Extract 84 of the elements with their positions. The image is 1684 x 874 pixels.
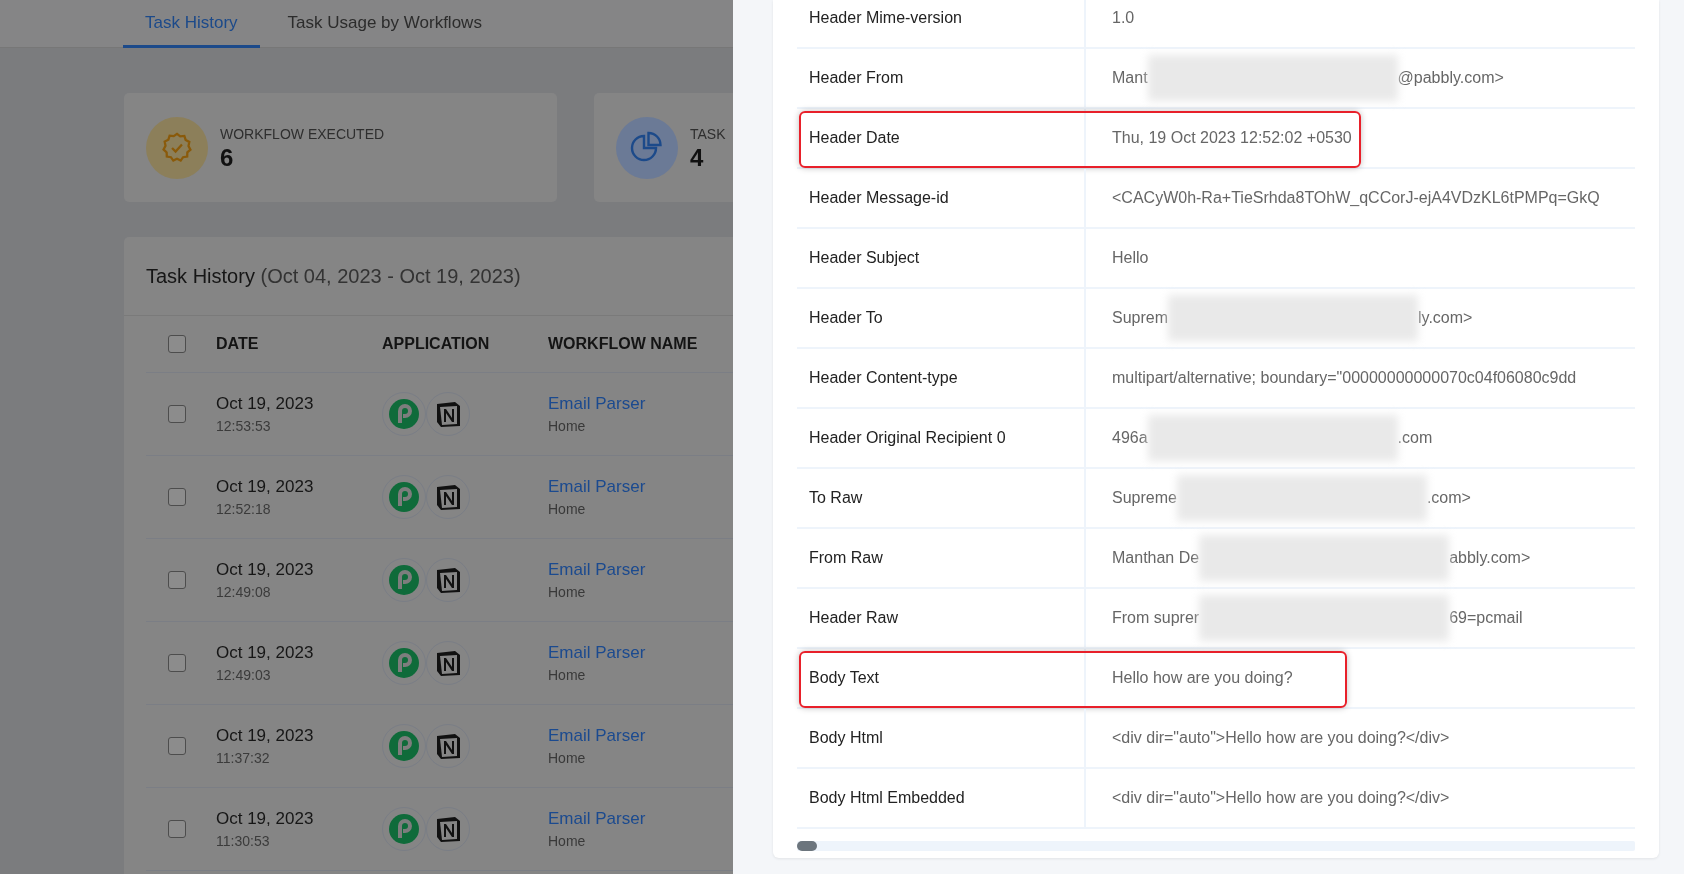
p-logo-icon bbox=[389, 399, 419, 429]
checkbox[interactable] bbox=[168, 571, 186, 589]
stat-label: WORKFLOW EXECUTED bbox=[220, 124, 385, 144]
workflow-link[interactable]: Email Parser bbox=[548, 642, 646, 662]
card-title: Task History bbox=[146, 265, 255, 287]
field-value: .com bbox=[1397, 428, 1433, 448]
checkbox[interactable] bbox=[168, 335, 186, 353]
checkbox[interactable] bbox=[168, 488, 186, 506]
p-logo-icon bbox=[389, 731, 419, 761]
field-label: Header Raw bbox=[797, 589, 1086, 647]
workflow-link[interactable]: Email Parser bbox=[548, 808, 646, 828]
checkbox[interactable] bbox=[168, 405, 186, 423]
field-value: abbly.com> bbox=[1449, 548, 1531, 568]
tab[interactable]: Task History bbox=[123, 0, 260, 48]
time-text: 12:53:53 bbox=[216, 417, 272, 437]
field-value: Manthan De bbox=[1112, 548, 1200, 568]
field-label: Header From bbox=[797, 49, 1086, 107]
field-value: multipart/alternative; boundary="00000000000070c04f06080c9dd bbox=[1112, 368, 1577, 388]
date-text: Oct 19, 2023 bbox=[216, 558, 315, 581]
stat-value: 4 bbox=[690, 144, 705, 172]
field-value: Hello bbox=[1112, 248, 1149, 268]
field-label: Header Subject bbox=[797, 229, 1086, 287]
verified-badge-icon bbox=[160, 130, 194, 165]
date-text: Oct 19, 2023 bbox=[216, 807, 315, 830]
field-value: <CACyW0h-Ra+TieSrhda8TOhW_qCCorJ-ejA4VDzKL6tPMPq=GkQ bbox=[1112, 188, 1600, 208]
field-label: From Raw bbox=[797, 529, 1086, 587]
time-text: 12:52:18 bbox=[216, 500, 272, 520]
field-value: Thu, 19 Oct 2023 12:52:02 +0530 bbox=[1112, 128, 1352, 148]
field-label: Body Text bbox=[797, 649, 1086, 707]
folder-text: Home bbox=[548, 832, 587, 852]
date-text: Oct 19, 2023 bbox=[216, 724, 315, 747]
field-value: .com> bbox=[1426, 488, 1471, 508]
folder-text: Home bbox=[548, 583, 587, 603]
field-label: Header To bbox=[797, 289, 1086, 347]
field-label: Header Message-id bbox=[797, 169, 1086, 227]
field-value: ly.com> bbox=[1418, 308, 1473, 328]
checkbox[interactable] bbox=[168, 654, 186, 672]
folder-text: Home bbox=[548, 666, 587, 686]
field-label: Body Html Embedded bbox=[797, 769, 1086, 827]
field-value: Supreme bbox=[1112, 488, 1177, 508]
time-text: 12:49:03 bbox=[216, 666, 272, 686]
p-logo-icon bbox=[389, 648, 419, 678]
checkbox[interactable] bbox=[168, 820, 186, 838]
field-value: <div dir="auto">Hello how are you doing?</div> bbox=[1112, 788, 1450, 808]
stat-label: TASK bbox=[690, 124, 726, 144]
column-header: APPLICATION bbox=[382, 335, 490, 352]
column-header: DATE bbox=[216, 335, 259, 352]
column-header: WORKFLOW NAME bbox=[548, 335, 698, 352]
workflow-link[interactable]: Email Parser bbox=[548, 559, 646, 579]
field-value: Mant bbox=[1112, 68, 1148, 88]
field-value: @pabbly.com> bbox=[1397, 68, 1504, 88]
field-label: Header Original Recipient 0 bbox=[797, 409, 1086, 467]
p-logo-icon bbox=[389, 814, 419, 844]
field-value: 1.0 bbox=[1112, 8, 1135, 28]
field-label: Header Mime-version bbox=[797, 0, 1086, 47]
field-label: Header Content-type bbox=[797, 349, 1086, 407]
folder-text: Home bbox=[548, 417, 587, 437]
stat-value: 6 bbox=[220, 144, 235, 172]
field-label: Header Date bbox=[797, 109, 1086, 167]
date-text: Oct 19, 2023 bbox=[216, 641, 315, 664]
date-range: (Oct 04, 2023 - Oct 19, 2023) bbox=[260, 265, 521, 287]
p-logo-icon bbox=[389, 482, 419, 512]
time-text: 11:37:32 bbox=[216, 749, 271, 769]
workflow-link[interactable]: Email Parser bbox=[548, 476, 646, 496]
date-text: Oct 19, 2023 bbox=[216, 475, 315, 498]
scrollbar-thumb[interactable] bbox=[797, 841, 817, 851]
field-value: Hello how are you doing? bbox=[1112, 668, 1293, 688]
field-value: <div dir="auto">Hello how are you doing?</div> bbox=[1112, 728, 1450, 748]
field-value: From suprer bbox=[1112, 608, 1200, 628]
field-label: To Raw bbox=[797, 469, 1086, 527]
checkbox[interactable] bbox=[168, 737, 186, 755]
field-value: 69=pcmail bbox=[1449, 608, 1523, 628]
folder-text: Home bbox=[548, 500, 587, 520]
date-text: Oct 19, 2023 bbox=[216, 392, 315, 415]
workflow-link[interactable]: Email Parser bbox=[548, 725, 646, 745]
p-logo-icon bbox=[389, 565, 419, 595]
field-value: Suprem bbox=[1112, 308, 1169, 328]
field-value: 496a bbox=[1112, 428, 1148, 448]
field-label: Body Html bbox=[797, 709, 1086, 767]
folder-text: Home bbox=[548, 749, 587, 769]
workflow-link[interactable]: Email Parser bbox=[548, 393, 646, 413]
tab[interactable]: Task Usage by Workflows bbox=[259, 0, 504, 48]
time-text: 11:30:53 bbox=[216, 832, 271, 852]
time-text: 12:49:08 bbox=[216, 583, 272, 603]
